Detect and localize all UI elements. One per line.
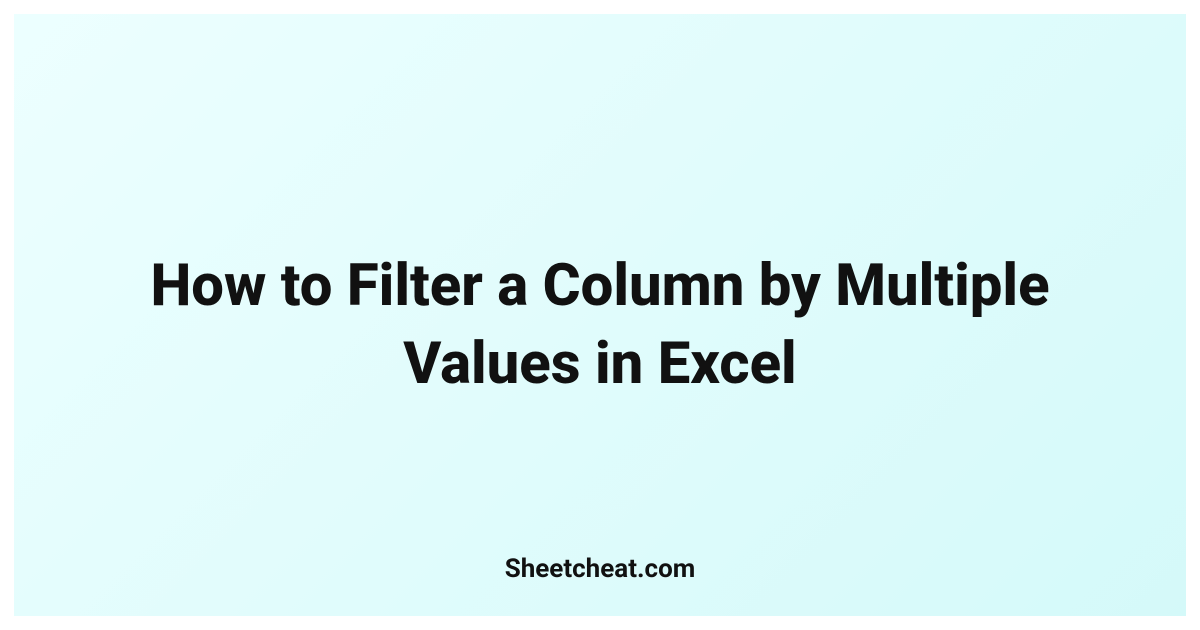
site-attribution: Sheetcheat.com — [505, 554, 696, 584]
page-title: How to Filter a Column by Multiple Value… — [100, 247, 1100, 404]
